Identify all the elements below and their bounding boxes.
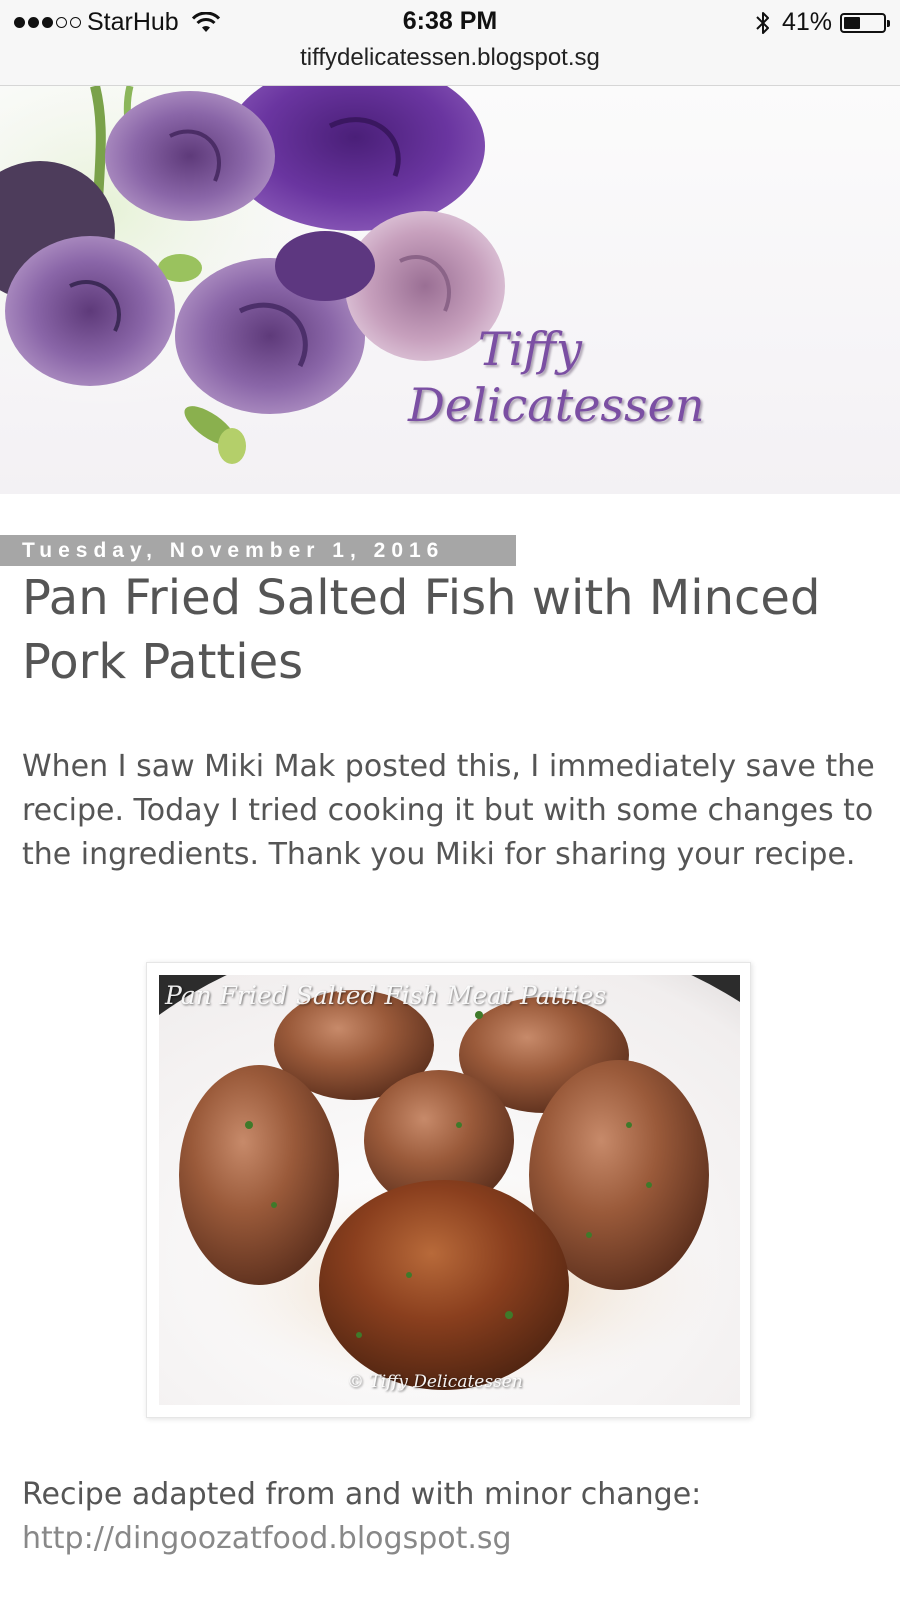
address-bar-url[interactable]: tiffydelicatessen.blogspot.sg — [0, 44, 900, 72]
blog-title-line2: Delicatessen — [408, 378, 705, 432]
photo-caption-overlay: Pan Fried Salted Fish Meat Patties — [165, 981, 607, 1010]
post-photo-frame[interactable]: Pan Fried Salted Fish Meat Patties © Tif… — [146, 962, 751, 1418]
post-title[interactable]: Pan Fried Salted Fish with Minced Pork P… — [22, 566, 882, 694]
source-link[interactable]: http://dingoozatfood.blogspot.sg — [22, 1521, 512, 1556]
battery-icon — [840, 12, 890, 33]
source-label: Recipe adapted from and with minor chang… — [22, 1477, 702, 1512]
post-source: Recipe adapted from and with minor chang… — [22, 1473, 882, 1561]
post-intro-text: When I saw Miki Mak posted this, I immed… — [22, 749, 875, 872]
bluetooth-icon — [756, 11, 769, 34]
status-right: 41% — [754, 8, 890, 37]
meat-patties-photo[interactable]: Pan Fried Salted Fish Meat Patties © Tif… — [159, 975, 740, 1405]
blog-title-line1: Tiffy — [478, 322, 582, 376]
battery-percent: 41% — [781, 8, 832, 36]
battery-fill — [844, 16, 860, 29]
meat-patties-image — [159, 975, 740, 1405]
blog-title-logo: Tiffy Delicatessen — [408, 321, 708, 433]
browser-top-bar: StarHub 6:38 PM 41% tiffydelicatessen.bl… — [0, 0, 900, 86]
photo-watermark: © Tiffy Delicatessen — [347, 1372, 523, 1392]
post-date-header: Tuesday, November 1, 2016 — [0, 535, 516, 566]
blog-header-banner[interactable]: Tiffy Delicatessen — [0, 86, 900, 494]
